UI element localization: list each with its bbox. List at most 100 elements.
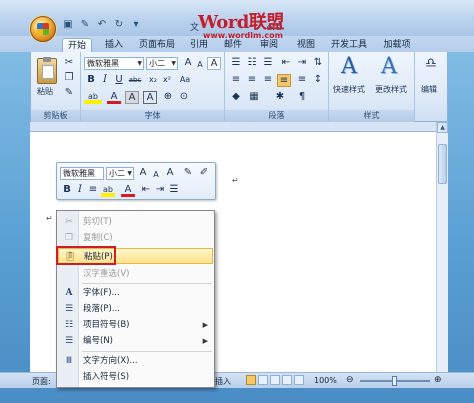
change-styles-label[interactable]: 更改样式 (375, 84, 407, 95)
font-size-combo[interactable]: 小二 ▼ (146, 57, 178, 70)
cut-icon[interactable]: ✂ (62, 57, 76, 70)
scrollbar-thumb[interactable] (438, 144, 447, 184)
zoom-level[interactable]: 100% (314, 376, 337, 385)
view-buttons (246, 375, 306, 386)
mini-format-painter-icon[interactable]: ✎ (181, 167, 195, 180)
web-layout-icon[interactable] (270, 375, 280, 385)
mini-font-size-combo[interactable]: 小二 ▼ (106, 167, 134, 180)
mini-shrink-font-icon[interactable]: A (149, 169, 163, 182)
zoom-out-icon[interactable]: ⊖ (346, 375, 354, 385)
zoom-slider[interactable] (360, 376, 430, 386)
font-name-combo[interactable]: 微软雅黑 ▼ (84, 57, 144, 70)
menu-item-copy[interactable]: ❐ 复制(C) (58, 230, 213, 246)
mini-styles-icon[interactable]: A (163, 167, 177, 180)
subscript-button[interactable]: x₂ (146, 74, 160, 87)
quick-styles-icon[interactable]: A (341, 54, 357, 79)
tab-insert[interactable]: 插入 (100, 38, 128, 52)
save-icon[interactable]: ▣ (62, 19, 74, 31)
mini-italic-button[interactable]: I (73, 184, 87, 197)
office-button[interactable] (30, 16, 56, 42)
enclose-char-icon[interactable]: ⊕ (161, 91, 175, 104)
distributed-icon[interactable]: ≡ (295, 74, 309, 87)
binoculars-icon[interactable]: ♎ (424, 57, 438, 71)
zoom-in-icon[interactable]: ⊕ (434, 375, 442, 385)
outline-icon[interactable] (282, 375, 292, 385)
mini-bold-button[interactable]: B (60, 184, 74, 197)
align-right-icon[interactable]: ≡ (261, 74, 275, 87)
font-color-button[interactable]: A (107, 91, 121, 104)
multilevel-list-icon[interactable]: ☰ (261, 57, 275, 70)
superscript-button[interactable]: x² (160, 74, 174, 87)
align-center-icon[interactable]: ≡ (245, 74, 259, 87)
chinese-layout-icon[interactable]: ✱ (273, 91, 287, 104)
justify-icon[interactable]: ≡ (277, 74, 291, 87)
mini-bullets-icon[interactable]: ☰ (167, 184, 181, 197)
format-painter-icon[interactable]: ✎ (62, 87, 76, 100)
clear-format-icon[interactable]: A (207, 57, 221, 70)
tab-view[interactable]: 视图 (292, 38, 320, 52)
undo-icon[interactable]: ↶ (96, 19, 108, 31)
mini-highlight-icon[interactable]: ab (101, 184, 115, 197)
shading-icon[interactable]: ◆ (229, 91, 243, 104)
zoom-slider-thumb[interactable] (392, 376, 397, 386)
scroll-up-icon[interactable]: ▲ (437, 122, 448, 133)
editing-label[interactable]: 编辑 (421, 84, 437, 95)
print-layout-icon[interactable] (246, 375, 256, 385)
mini-brush-icon[interactable]: ✐ (197, 167, 211, 180)
format-painter-icon[interactable]: ✎ (79, 19, 91, 31)
tab-references[interactable]: 引用 (186, 38, 212, 52)
tab-page-layout[interactable]: 页面布局 (136, 38, 178, 52)
align-left-icon[interactable]: ≡ (229, 74, 243, 87)
mini-align-icon[interactable]: ≡ (86, 184, 100, 197)
increase-indent-icon[interactable]: ⇥ (295, 57, 309, 70)
highlight-color-button[interactable]: ab (84, 91, 102, 104)
paste-label[interactable]: 粘贴 (37, 86, 53, 97)
tab-mailings[interactable]: 邮件 (220, 38, 246, 52)
mini-font-color-button[interactable]: A (121, 184, 135, 197)
paste-icon[interactable] (37, 57, 57, 84)
bullets-icon[interactable]: ☰ (229, 57, 243, 70)
underline-button[interactable]: U (112, 74, 126, 87)
vertical-scrollbar[interactable]: ▲ (436, 122, 448, 372)
customize-icon[interactable]: ▾ (130, 19, 142, 31)
change-case-button[interactable]: Aa (176, 74, 194, 87)
tab-addins[interactable]: 加载项 (378, 38, 416, 52)
menu-item-font[interactable]: A 字体(F)... (58, 285, 213, 301)
decrease-indent-icon[interactable]: ⇤ (279, 57, 293, 70)
tab-developer[interactable]: 开发工具 (328, 38, 370, 52)
mini-font-name-combo[interactable]: 微软雅黑 (60, 167, 104, 180)
tab-review[interactable]: 审阅 (254, 38, 284, 52)
menu-item-cut[interactable]: ✂ 剪切(T) (58, 214, 213, 230)
shrink-font-icon[interactable]: A (193, 59, 207, 72)
insert-mode[interactable]: 插入 (215, 376, 231, 387)
menu-item-numbering[interactable]: ☰ 编号(N) ▶ (58, 333, 213, 349)
bold-button[interactable]: B (84, 74, 98, 87)
phonetic-icon[interactable]: ⊙ (177, 91, 191, 104)
numbering-icon[interactable]: ☷ (245, 57, 259, 70)
italic-button[interactable]: I (98, 74, 112, 87)
strikethrough-button[interactable]: abc (126, 74, 144, 87)
redo-icon[interactable]: ↻ (113, 19, 125, 31)
draft-icon[interactable] (294, 375, 304, 385)
mini-increase-indent-icon[interactable]: ⇥ (153, 184, 167, 197)
menu-item-insert-symbol[interactable]: 插入符号(S) (58, 369, 213, 385)
borders-icon[interactable]: ▦ (247, 91, 261, 104)
mini-font-name-value: 微软雅黑 (63, 169, 95, 178)
menu-item-text-direction[interactable]: Ⅲ 文字方向(X)... (58, 353, 213, 369)
copy-icon[interactable]: ❐ (62, 72, 76, 85)
show-marks-icon[interactable]: ¶ (295, 91, 309, 104)
mini-decrease-indent-icon[interactable]: ⇤ (139, 184, 153, 197)
menu-item-bullets[interactable]: ☷ 项目符号(B) ▶ (58, 317, 213, 333)
line-spacing-icon[interactable]: ↕ (311, 74, 325, 87)
tab-home[interactable]: 开始 (62, 38, 92, 52)
char-border-icon[interactable]: A (143, 91, 157, 104)
mini-grow-font-icon[interactable]: A (136, 167, 150, 180)
page-indicator[interactable]: 页面: (32, 376, 51, 387)
sort-icon[interactable]: ⇅ (311, 57, 325, 70)
menu-item-paragraph[interactable]: ☰ 段落(P)... (58, 301, 213, 317)
full-screen-icon[interactable] (258, 375, 268, 385)
change-styles-icon[interactable]: A (381, 54, 397, 79)
quick-styles-label[interactable]: 快速样式 (333, 84, 365, 95)
char-shading-icon[interactable]: A (125, 91, 139, 104)
menu-item-reconvert[interactable]: 汉字重选(V) (58, 266, 213, 282)
